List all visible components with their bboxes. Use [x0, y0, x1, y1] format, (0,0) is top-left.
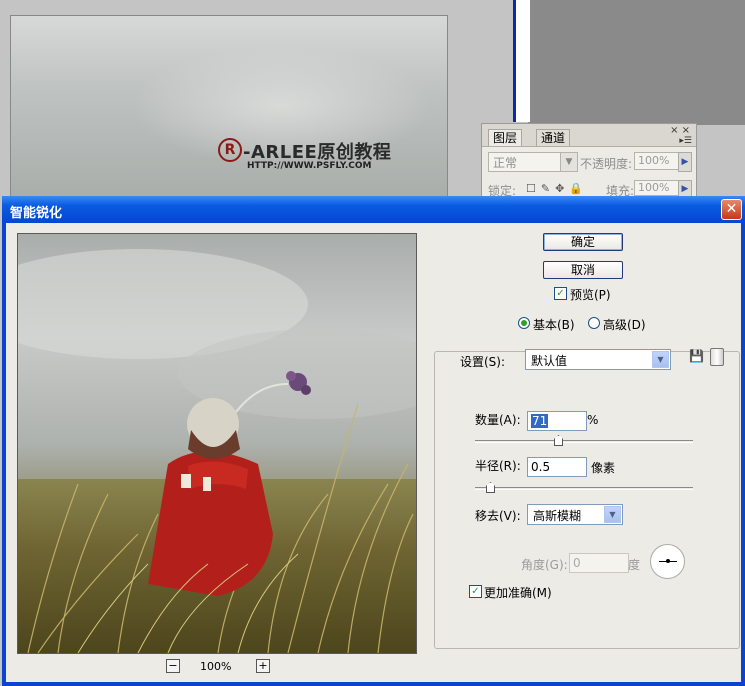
chevron-down-icon: ▼ — [560, 153, 577, 171]
close-button[interactable]: ✕ — [721, 199, 742, 220]
fill-input[interactable]: 100% — [634, 180, 679, 196]
trash-icon[interactable] — [710, 348, 724, 366]
ok-button[interactable]: 确定 — [543, 233, 623, 251]
angle-dial — [650, 544, 685, 579]
radius-input[interactable]: 0.5 — [527, 457, 587, 477]
chevron-down-icon: ▼ — [652, 351, 669, 368]
blend-mode-value: 正常 — [493, 156, 518, 170]
amount-label: 数量(A): — [475, 413, 521, 427]
workspace-area — [528, 0, 745, 125]
angle-input: 0 — [569, 553, 629, 573]
lock-icons[interactable]: ☐✎✥🔒 — [526, 182, 588, 195]
logo-icon: R — [218, 138, 242, 162]
amount-value: 71 — [531, 414, 549, 428]
zoom-level: 100% — [200, 660, 232, 673]
dialog-title: 智能锐化 — [10, 206, 63, 221]
more-accurate-checkbox[interactable]: ✓ — [469, 585, 482, 598]
remove-value: 高斯模糊 — [533, 509, 582, 523]
zoom-out-button[interactable]: − — [166, 659, 180, 673]
zoom-in-button[interactable]: + — [256, 659, 270, 673]
cancel-button[interactable]: 取消 — [543, 261, 623, 279]
radio-advanced-label[interactable]: 高级(D) — [603, 316, 646, 333]
angle-unit: 度 — [628, 558, 641, 572]
angle-center-dot — [666, 559, 670, 563]
radio-advanced[interactable] — [588, 317, 600, 329]
panel-menu-icon[interactable]: ▸☰ — [679, 136, 692, 146]
document-edge — [513, 0, 530, 122]
preview-checkbox[interactable]: ✓ — [554, 287, 567, 300]
dialog-titlebar[interactable]: 智能锐化 ✕ — [2, 196, 745, 223]
dialog-body: − 100% + 确定 取消 ✓ 预览(P) 基本(B) 高级(D) 设置(S)… — [6, 223, 741, 682]
opacity-input[interactable]: 100% — [634, 152, 679, 170]
settings-value: 默认值 — [531, 354, 568, 368]
radio-selected-dot — [521, 320, 527, 326]
save-settings-icon[interactable]: 💾 — [689, 349, 704, 363]
preview-label[interactable]: 预览(P) — [570, 286, 611, 303]
smart-sharpen-dialog: 智能锐化 ✕ − 100% + 确定 取消 ✓ 预览(P) 基本(B) 高级(D… — [2, 196, 745, 686]
tab-layers[interactable]: 图层 — [488, 129, 523, 146]
logo-url: HTTP://WWW.PSFLY.COM — [247, 161, 372, 171]
settings-label: 设置(S): — [458, 353, 508, 370]
chevron-down-icon: ▼ — [604, 506, 621, 523]
document-image — [10, 15, 448, 197]
panel-close-icon[interactable]: × × — [670, 125, 690, 136]
remove-select[interactable]: 高斯模糊 ▼ — [527, 504, 623, 525]
settings-group — [434, 351, 740, 649]
blend-mode-select[interactable]: 正常 ▼ — [488, 152, 578, 172]
tab-channels[interactable]: 通道 — [536, 129, 571, 146]
opacity-label: 不透明度: — [580, 157, 633, 171]
radius-unit: 像素 — [591, 461, 616, 475]
settings-select[interactable]: 默认值 ▼ — [525, 349, 671, 370]
layers-panel: 图层 通道 × × ▸☰ 正常 ▼ 不透明度: 100% ▶ 锁定: ☐✎✥🔒 … — [481, 123, 697, 199]
more-accurate-label[interactable]: 更加准确(M) — [484, 584, 552, 601]
radius-label: 半径(R): — [475, 459, 521, 473]
preview-image[interactable] — [17, 233, 417, 654]
amount-unit: % — [587, 413, 599, 427]
amount-input[interactable]: 71 — [527, 411, 587, 431]
preview-scene — [18, 234, 416, 653]
angle-label: 角度(G): — [521, 558, 568, 572]
opacity-slider-button[interactable]: ▶ — [678, 152, 692, 172]
remove-label: 移去(V): — [475, 509, 521, 523]
amount-slider-track[interactable] — [475, 440, 693, 443]
radio-basic-label[interactable]: 基本(B) — [533, 316, 575, 333]
radius-slider-track[interactable] — [475, 487, 693, 490]
panel-tab-bar: 图层 通道 × × ▸☰ — [482, 124, 696, 147]
